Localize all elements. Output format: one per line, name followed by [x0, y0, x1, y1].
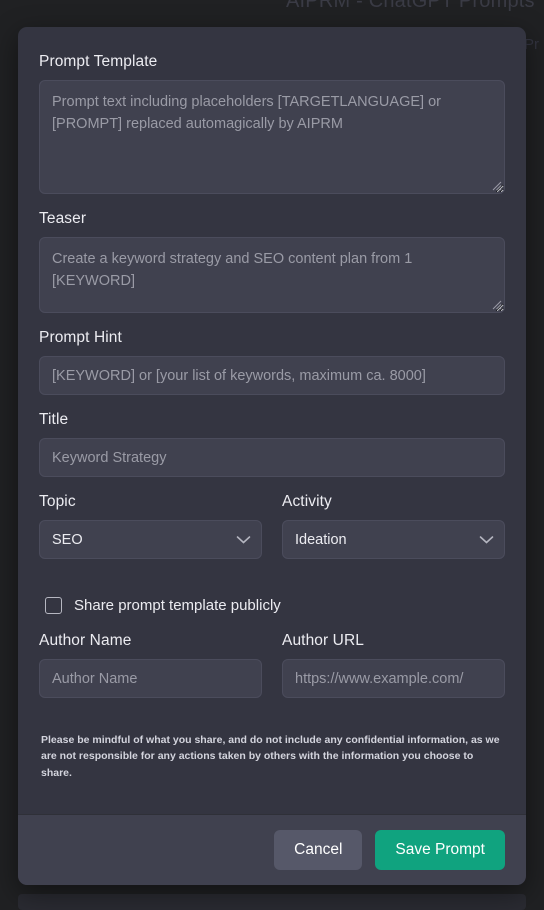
field-title: Title: [39, 411, 505, 477]
topic-select-wrap: SEO: [39, 520, 262, 559]
author-url-input[interactable]: [282, 659, 505, 698]
share-publicly-row[interactable]: Share prompt template publicly: [45, 597, 505, 614]
field-author-name: Author Name: [39, 632, 262, 698]
sharing-disclaimer: Please be mindful of what you share, and…: [41, 734, 500, 779]
prompt-template-textarea[interactable]: [39, 80, 505, 194]
teaser-label: Teaser: [39, 210, 87, 227]
cancel-button[interactable]: Cancel: [274, 830, 363, 870]
prompt-template-input-wrap: [39, 80, 505, 194]
topic-activity-row: Topic SEO Activity Ideation: [39, 493, 505, 575]
save-prompt-button[interactable]: Save Prompt: [375, 830, 505, 870]
background-app-title: AIPRM - ChatGPT Prompts: [286, 0, 535, 12]
background-bottom-strip: [18, 894, 526, 910]
field-author-url: Author URL: [282, 632, 505, 698]
share-publicly-label[interactable]: Share prompt template publicly: [74, 597, 281, 614]
prompt-hint-input[interactable]: [39, 356, 505, 395]
edit-prompt-modal: Prompt Template Teaser: [18, 27, 526, 885]
field-prompt-template: Prompt Template: [39, 53, 505, 194]
field-teaser: Teaser: [39, 210, 505, 313]
prompt-template-label: Prompt Template: [39, 53, 158, 70]
author-url-label: Author URL: [282, 632, 364, 649]
modal-footer: Cancel Save Prompt: [18, 814, 526, 885]
author-name-input[interactable]: [39, 659, 262, 698]
activity-label: Activity: [282, 493, 332, 510]
field-topic: Topic SEO: [39, 493, 262, 559]
teaser-textarea[interactable]: [39, 237, 505, 313]
background-side-label: Pr: [524, 36, 539, 53]
modal-body: Prompt Template Teaser: [18, 27, 526, 814]
teaser-input-wrap: [39, 237, 505, 313]
author-row: Author Name Author URL: [39, 632, 505, 714]
prompt-hint-label: Prompt Hint: [39, 329, 122, 346]
activity-select-wrap: Ideation: [282, 520, 505, 559]
author-name-label: Author Name: [39, 632, 132, 649]
topic-label: Topic: [39, 493, 76, 510]
field-prompt-hint: Prompt Hint: [39, 329, 505, 395]
activity-select[interactable]: Ideation: [282, 520, 505, 559]
title-label: Title: [39, 411, 69, 428]
title-input[interactable]: [39, 438, 505, 477]
field-activity: Activity Ideation: [282, 493, 505, 559]
topic-select[interactable]: SEO: [39, 520, 262, 559]
share-publicly-checkbox[interactable]: [45, 597, 62, 614]
